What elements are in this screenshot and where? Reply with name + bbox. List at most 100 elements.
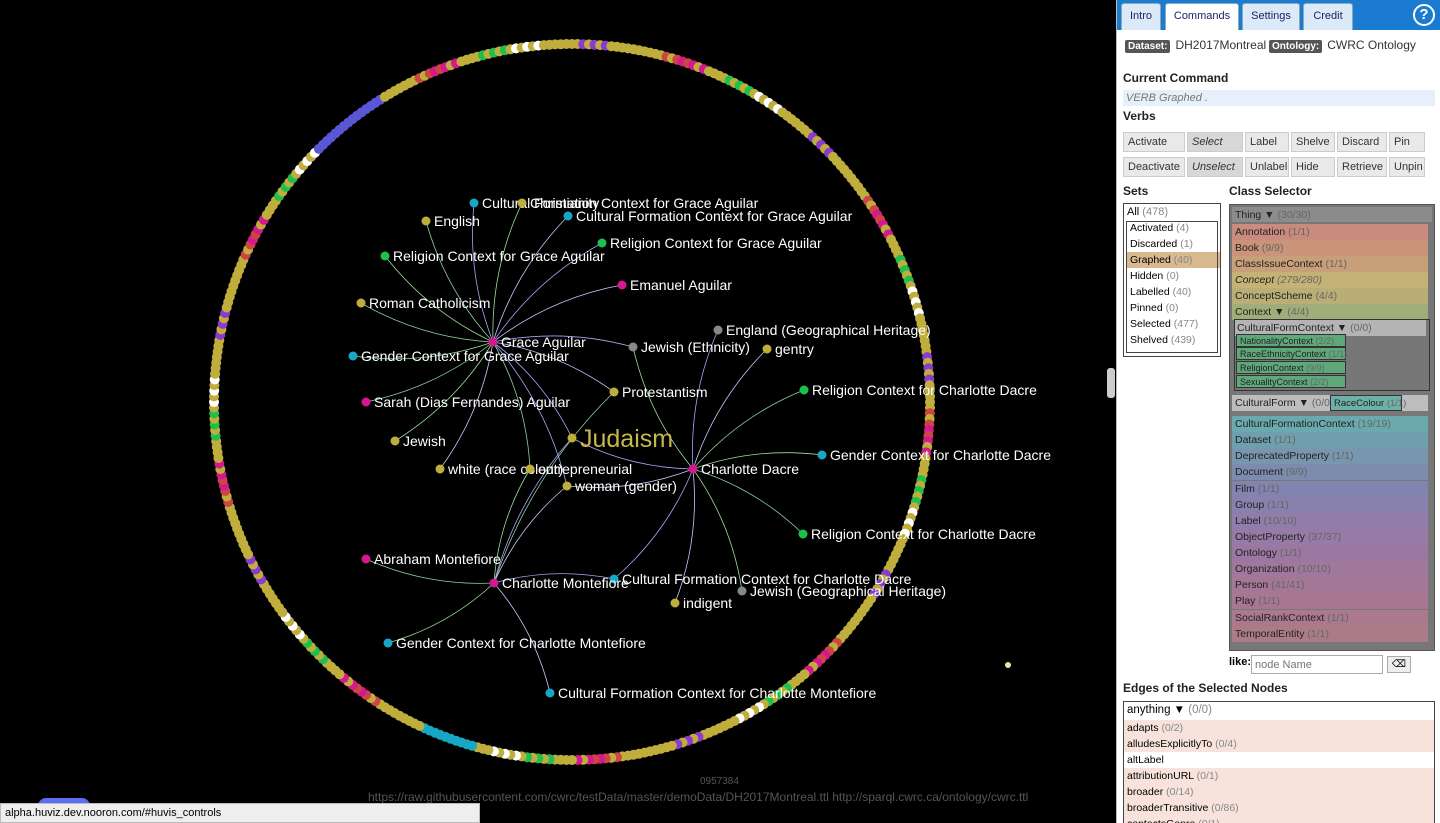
verb-pin-button[interactable]: Pin [1389,132,1425,152]
graph-node[interactable] [609,387,619,397]
verb-label-button[interactable]: Label [1245,132,1289,152]
graph-edge[interactable] [492,202,523,343]
graph-node[interactable] [421,216,431,226]
graph-node[interactable] [617,280,627,290]
edge-item-anything[interactable]: anything ▼ (0/0) [1124,702,1434,720]
class-item-objectproperty[interactable]: ObjectProperty (37/37) [1232,529,1428,545]
class-item-person[interactable]: Person (41/41) [1232,577,1428,593]
clear-like-button[interactable]: ⌫ [1387,656,1411,673]
graph-node[interactable] [628,342,638,352]
verb-deactivate-button[interactable]: Deactivate [1123,157,1185,177]
tab-intro[interactable]: Intro [1121,3,1161,30]
edge-item-broader[interactable]: broader (0/14) [1124,784,1434,800]
edge-item-broadertransitive[interactable]: broaderTransitive (0/86) [1124,800,1434,816]
verb-shelve-button[interactable]: Shelve [1291,132,1335,152]
tab-settings[interactable]: Settings [1242,3,1300,30]
class-item-organization[interactable]: Organization (10/10) [1232,561,1428,577]
class-item-sexualitycontext[interactable]: SexualityContext (2/2) [1236,375,1346,388]
class-item-racecolour[interactable]: RaceColour (1/1) [1330,395,1406,411]
edge-item-adapts[interactable]: adapts (0/2) [1124,720,1434,736]
graph-node[interactable] [361,397,371,407]
class-item-raceethnicitycontext[interactable]: RaceEthnicityContext (1/1) [1236,347,1347,360]
set-item-discarded[interactable]: Discarded (1) [1127,236,1220,252]
tab-commands[interactable]: Commands [1165,3,1239,30]
help-icon[interactable]: ? [1413,4,1435,26]
tab-credit[interactable]: Credit [1303,3,1353,30]
class-item-nationalitycontext[interactable]: NationalityContext (2/2) [1236,334,1346,347]
graph-svg[interactable]: Cultural Formation Context for Grace Agu… [0,0,1112,823]
class-item-culturalformationcontext[interactable]: CulturalFormationContext (19/19) [1232,416,1428,432]
verb-activate-button[interactable]: Activate [1123,132,1185,152]
verb-unlabel-button[interactable]: Unlabel [1245,157,1289,177]
ontology-value[interactable]: CWRC Ontology [1327,38,1416,52]
class-item-context[interactable]: Context ▼ (4/4) [1232,304,1428,320]
verb-discard-button[interactable]: Discard [1337,132,1387,152]
set-item-graphed[interactable]: Graphed (40) [1127,252,1220,268]
graph-node[interactable] [517,198,527,208]
edge-item-attributionurl[interactable]: attributionURL (0/1) [1124,768,1434,784]
class-item-temporalentity[interactable]: TemporalEntity (1/1) [1232,626,1428,642]
graph-node[interactable] [762,344,772,354]
graph-node[interactable] [713,325,723,335]
graph-node[interactable] [688,464,698,474]
graph-node[interactable] [488,337,498,347]
graph-node[interactable] [348,351,358,361]
edge-item-contactsgenre[interactable]: contactsGenre (0/1) [1124,816,1434,823]
stray-node[interactable] [1005,662,1011,668]
set-item-activated[interactable]: Activated (4) [1127,220,1220,236]
class-item-concept[interactable]: Concept (279/280) [1232,272,1428,288]
graph-node[interactable] [361,554,371,564]
class-item-document[interactable]: Document (9/9) [1232,464,1428,480]
verb-unselect-button[interactable]: Unselect [1187,157,1243,177]
class-item-play[interactable]: Play (1/1) [1232,593,1428,609]
graph-node[interactable] [435,464,445,474]
graph-node[interactable] [737,586,747,596]
set-item-labelled[interactable]: Labelled (40) [1127,284,1220,300]
dataset-value[interactable]: DH2017Montreal [1175,38,1266,52]
class-item-classissuecontext[interactable]: ClassIssueContext (1/1) [1232,256,1428,272]
graph-canvas[interactable]: Cultural Formation Context for Grace Agu… [0,0,1112,823]
graph-edge[interactable] [692,468,804,535]
graph-node[interactable] [383,638,393,648]
class-item-deprecatedproperty[interactable]: DeprecatedProperty (1/1) [1232,448,1428,464]
verb-retrieve-button[interactable]: Retrieve [1337,157,1387,177]
graph-node[interactable] [799,385,809,395]
class-item-thing[interactable]: Thing ▼ (30/30) [1232,207,1432,222]
class-item-label[interactable]: Label (10/10) [1232,513,1428,529]
graph-edge[interactable] [493,437,573,584]
graph-node[interactable] [798,529,808,539]
graph-node[interactable] [563,211,573,221]
graph-edge[interactable] [692,389,805,470]
graph-node[interactable] [562,481,572,491]
graph-node[interactable] [670,598,680,608]
graph-node[interactable] [489,578,499,588]
edge-item-altlabel[interactable]: altLabel [1124,752,1434,768]
verb-unpin-button[interactable]: Unpin [1389,157,1425,177]
class-item-conceptscheme[interactable]: ConceptScheme (4/4) [1232,288,1428,304]
graph-node[interactable] [469,198,479,208]
like-input[interactable] [1251,655,1383,674]
edge-item-alludesexplicitlyto[interactable]: alludesExplicitlyTo (0/4) [1124,736,1434,752]
class-item-film[interactable]: Film (1/1) [1232,481,1428,497]
set-item-pinned[interactable]: Pinned (0) [1127,300,1220,316]
set-item-all[interactable]: All (478) [1124,204,1220,220]
graph-edge[interactable] [492,215,569,343]
class-item-socialrankcontext[interactable]: SocialRankContext (1/1) [1232,610,1428,626]
class-item-annotation[interactable]: Annotation (1/1) [1232,224,1428,240]
verb-hide-button[interactable]: Hide [1291,157,1335,177]
panel-resize-handle[interactable] [1107,368,1115,398]
graph-node[interactable] [567,433,577,443]
class-item-ontology[interactable]: Ontology (1/1) [1232,545,1428,561]
class-item-religioncontext[interactable]: ReligionContext (9/9) [1236,361,1346,374]
class-item-dataset[interactable]: Dataset (1/1) [1232,432,1428,448]
class-item-book[interactable]: Book (9/9) [1232,240,1428,256]
graph-node[interactable] [525,464,535,474]
set-item-hidden[interactable]: Hidden (0) [1127,268,1220,284]
graph-edge[interactable] [387,582,495,644]
set-item-selected[interactable]: Selected (477) [1127,316,1220,332]
class-item-group[interactable]: Group (1/1) [1232,497,1428,513]
graph-node[interactable] [545,688,555,698]
graph-node[interactable] [817,450,827,460]
graph-node[interactable] [356,298,366,308]
graph-node[interactable] [597,238,607,248]
